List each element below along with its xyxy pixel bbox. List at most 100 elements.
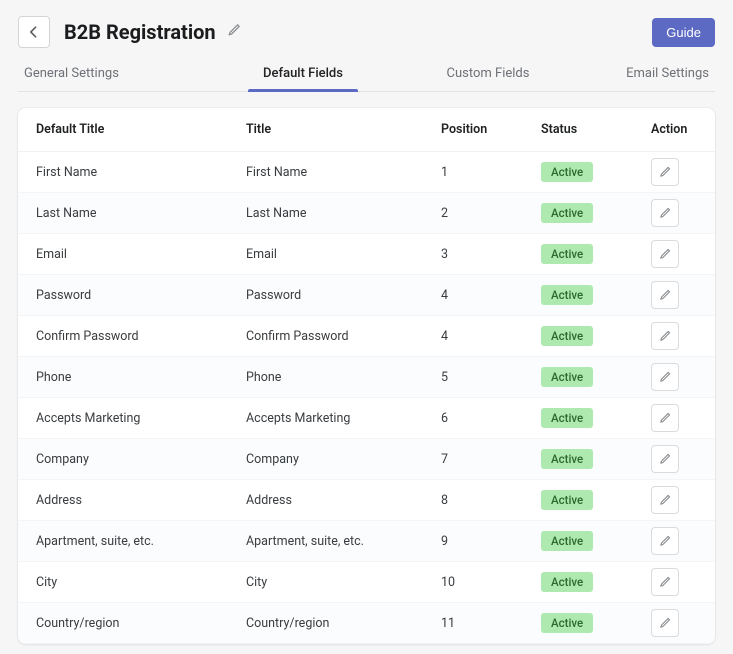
tab-general-settings[interactable]: General Settings: [18, 56, 218, 91]
pencil-icon: [658, 493, 672, 507]
col-header-title: Title: [246, 122, 441, 137]
table-row: Accepts MarketingAccepts Marketing6Activ…: [18, 398, 715, 439]
cell-title: Country/region: [246, 616, 441, 631]
pencil-icon: [658, 616, 672, 630]
cell-title: Password: [246, 288, 441, 303]
cell-title: Apartment, suite, etc.: [246, 534, 441, 549]
pencil-icon: [658, 370, 672, 384]
cell-default-title: Confirm Password: [36, 329, 246, 344]
guide-button[interactable]: Guide: [652, 18, 715, 47]
cell-title: Address: [246, 493, 441, 508]
cell-position: 2: [441, 206, 541, 221]
tab-default-fields[interactable]: Default Fields: [218, 56, 388, 91]
cell-status: Active: [541, 531, 651, 551]
page-title: B2B Registration: [64, 20, 216, 44]
table-row: First NameFirst Name1Active: [18, 152, 715, 193]
status-badge: Active: [541, 244, 593, 264]
cell-status: Active: [541, 572, 651, 592]
edit-row-button[interactable]: [651, 568, 679, 596]
pencil-icon: [658, 165, 672, 179]
cell-default-title: Country/region: [36, 616, 246, 631]
pencil-icon: [658, 329, 672, 343]
status-badge: Active: [541, 572, 593, 592]
cell-status: Active: [541, 203, 651, 223]
edit-title-icon[interactable]: [226, 22, 242, 42]
edit-row-button[interactable]: [651, 240, 679, 268]
status-badge: Active: [541, 408, 593, 428]
table-row: CompanyCompany7Active: [18, 439, 715, 480]
tabs: General Settings Default Fields Custom F…: [18, 56, 715, 92]
col-header-default-title: Default Title: [36, 122, 246, 137]
table-header: Default Title Title Position Status Acti…: [18, 108, 715, 152]
cell-status: Active: [541, 285, 651, 305]
status-badge: Active: [541, 162, 593, 182]
table-row: EmailEmail3Active: [18, 234, 715, 275]
cell-title: Last Name: [246, 206, 441, 221]
edit-row-button[interactable]: [651, 445, 679, 473]
cell-position: 6: [441, 411, 541, 426]
col-header-position: Position: [441, 122, 541, 137]
table-row: PhonePhone5Active: [18, 357, 715, 398]
pencil-icon: [658, 288, 672, 302]
edit-row-button[interactable]: [651, 322, 679, 350]
status-badge: Active: [541, 367, 593, 387]
back-button[interactable]: [18, 16, 50, 48]
cell-title: Confirm Password: [246, 329, 441, 344]
cell-status: Active: [541, 326, 651, 346]
cell-default-title: Accepts Marketing: [36, 411, 246, 426]
cell-action: [651, 445, 697, 473]
cell-status: Active: [541, 162, 651, 182]
cell-status: Active: [541, 367, 651, 387]
cell-position: 8: [441, 493, 541, 508]
cell-status: Active: [541, 408, 651, 428]
cell-action: [651, 609, 697, 637]
cell-default-title: City: [36, 575, 246, 590]
cell-title: Company: [246, 452, 441, 467]
pencil-icon: [658, 247, 672, 261]
edit-row-button[interactable]: [651, 158, 679, 186]
tab-email-settings[interactable]: Email Settings: [588, 56, 715, 91]
cell-action: [651, 486, 697, 514]
edit-row-button[interactable]: [651, 486, 679, 514]
edit-row-button[interactable]: [651, 404, 679, 432]
status-badge: Active: [541, 326, 593, 346]
cell-default-title: Address: [36, 493, 246, 508]
cell-title: First Name: [246, 165, 441, 180]
status-badge: Active: [541, 203, 593, 223]
edit-row-button[interactable]: [651, 281, 679, 309]
cell-status: Active: [541, 613, 651, 633]
cell-action: [651, 240, 697, 268]
cell-action: [651, 158, 697, 186]
cell-default-title: Apartment, suite, etc.: [36, 534, 246, 549]
cell-position: 9: [441, 534, 541, 549]
cell-status: Active: [541, 490, 651, 510]
cell-title: Accepts Marketing: [246, 411, 441, 426]
table-row: PasswordPassword4Active: [18, 275, 715, 316]
table-row: CityCity10Active: [18, 562, 715, 603]
cell-position: 4: [441, 329, 541, 344]
cell-position: 7: [441, 452, 541, 467]
pencil-icon: [658, 534, 672, 548]
status-badge: Active: [541, 531, 593, 551]
status-badge: Active: [541, 490, 593, 510]
cell-position: 1: [441, 165, 541, 180]
edit-row-button[interactable]: [651, 363, 679, 391]
cell-status: Active: [541, 244, 651, 264]
status-badge: Active: [541, 449, 593, 469]
page-title-wrap: B2B Registration: [64, 20, 638, 44]
pencil-icon: [658, 452, 672, 466]
table-row: Country/regionCountry/region11Active: [18, 603, 715, 644]
edit-row-button[interactable]: [651, 527, 679, 555]
cell-default-title: Company: [36, 452, 246, 467]
edit-row-button[interactable]: [651, 199, 679, 227]
cell-title: Phone: [246, 370, 441, 385]
cell-action: [651, 527, 697, 555]
edit-row-button[interactable]: [651, 609, 679, 637]
fields-card: Default Title Title Position Status Acti…: [18, 108, 715, 644]
cell-position: 5: [441, 370, 541, 385]
page-header: B2B Registration Guide: [0, 0, 733, 56]
cell-status: Active: [541, 449, 651, 469]
col-header-action: Action: [651, 122, 697, 137]
table-row: Last NameLast Name2Active: [18, 193, 715, 234]
tab-custom-fields[interactable]: Custom Fields: [388, 56, 588, 91]
